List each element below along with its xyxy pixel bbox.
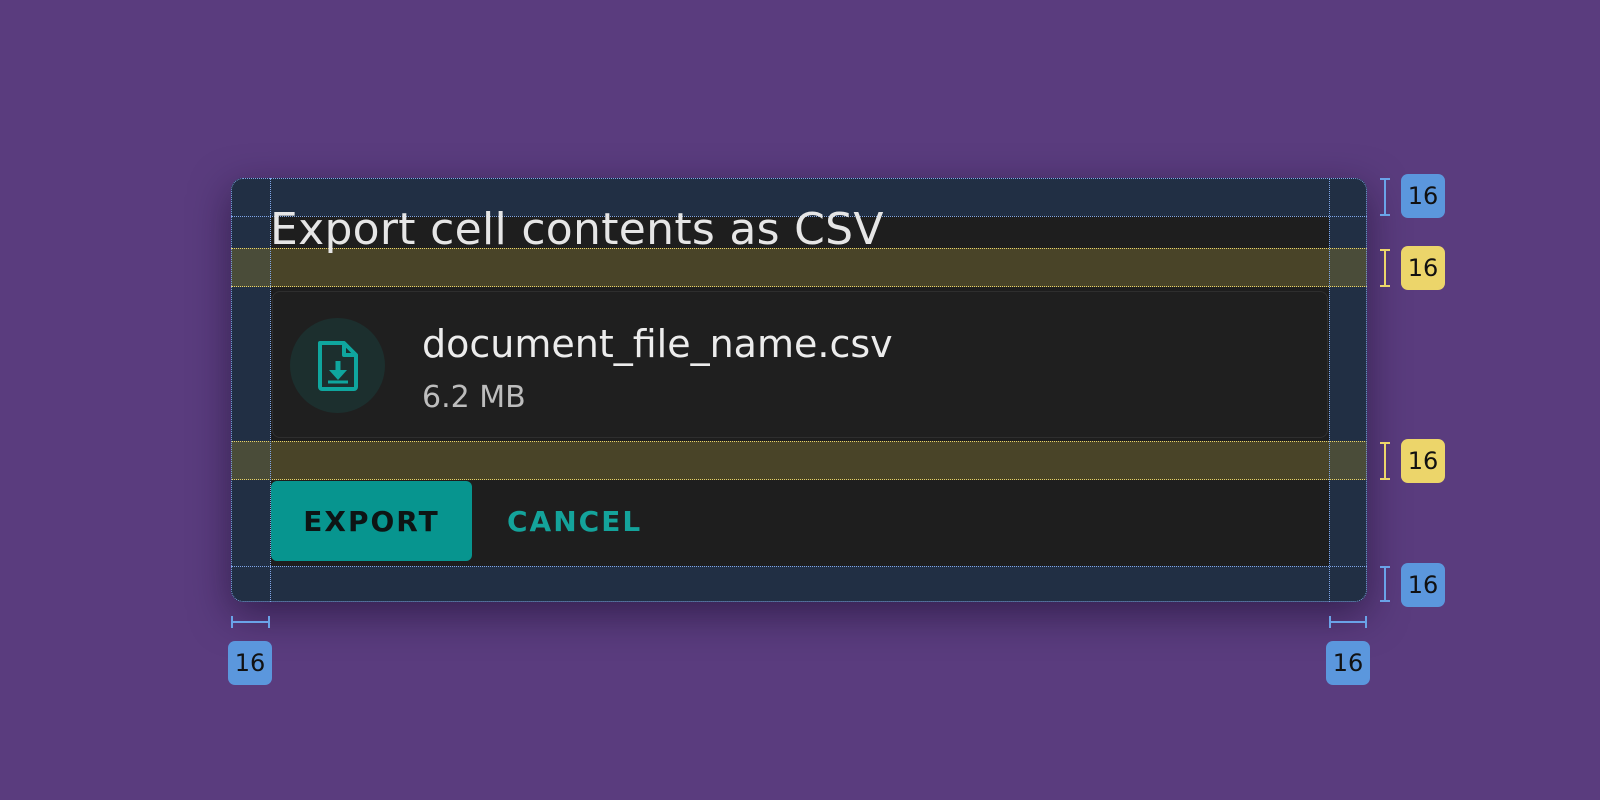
badge-padding-top: 16: [1401, 174, 1445, 218]
badge-gap-card-actions: 16: [1401, 439, 1445, 483]
badge-gap-title-card: 16: [1401, 246, 1445, 290]
padding-bottom-overlay: [231, 566, 1367, 602]
dialog-title: Export cell contents as CSV: [270, 204, 884, 255]
guide-line: [231, 566, 1367, 567]
file-size: 6.2 MB: [422, 380, 526, 415]
measure-tick-padding-right: [1329, 616, 1367, 628]
file-card: document_file_name.csv 6.2 MB: [272, 291, 1328, 438]
export-button[interactable]: EXPORT: [271, 481, 472, 561]
measure-tick-gap-card-actions: [1380, 442, 1390, 480]
measure-tick-padding-left: [231, 616, 270, 628]
badge-padding-left: 16: [228, 641, 272, 685]
measure-tick-gap-title-card: [1380, 249, 1390, 287]
badge-padding-bottom: 16: [1401, 563, 1445, 607]
measure-tick-padding-bottom: [1380, 566, 1390, 602]
measure-tick-padding-top: [1380, 178, 1390, 216]
guide-line: [1329, 178, 1330, 602]
gap-overlay-card-actions: [231, 441, 1367, 480]
file-name: document_file_name.csv: [422, 322, 893, 366]
badge-padding-right: 16: [1326, 641, 1370, 685]
file-download-icon: [317, 340, 358, 391]
cancel-button[interactable]: CANCEL: [499, 481, 650, 561]
export-dialog: Export cell contents as CSV document_fil…: [231, 178, 1367, 602]
file-icon-container: [290, 318, 385, 413]
